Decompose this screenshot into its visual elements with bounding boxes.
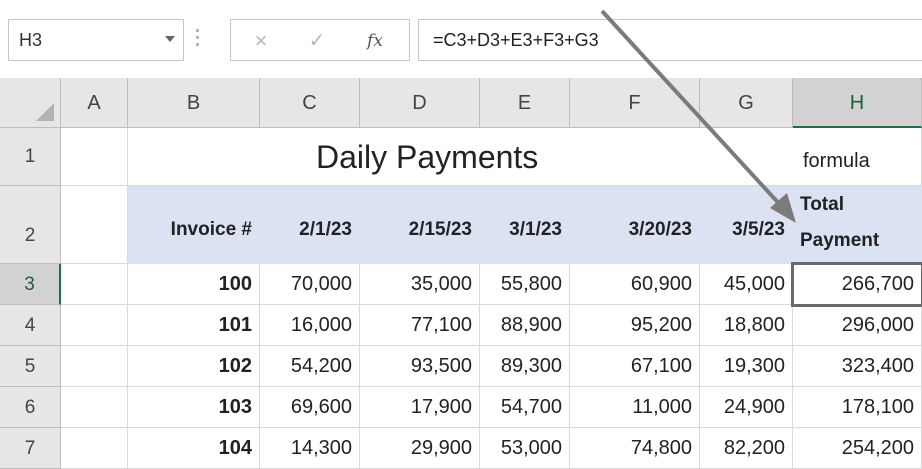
- spreadsheet-grid: A B C D E F G H 1 2 3 4 5 6 7 Daily Paym…: [0, 9, 922, 469]
- callout-arrow-line: [600, 9, 786, 211]
- callout-arrow: [600, 9, 796, 223]
